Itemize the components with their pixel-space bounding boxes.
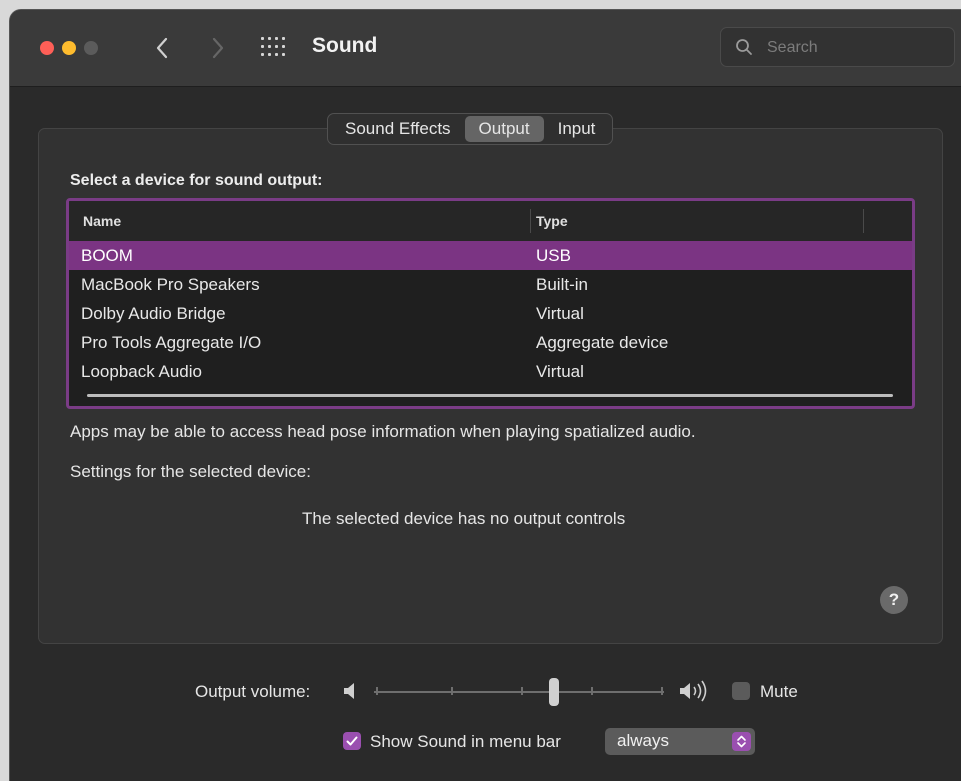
table-row[interactable]: BOOM USB xyxy=(69,241,912,270)
device-type: Virtual xyxy=(536,362,584,381)
forward-button[interactable] xyxy=(204,32,232,64)
device-name: MacBook Pro Speakers xyxy=(81,275,260,294)
device-name: Dolby Audio Bridge xyxy=(81,304,226,323)
table-row[interactable]: MacBook Pro Speakers Built-in xyxy=(69,270,912,299)
table-header: Name Type xyxy=(69,201,912,242)
volume-tick xyxy=(521,687,523,695)
tab-input[interactable]: Input xyxy=(544,116,610,142)
search-input[interactable] xyxy=(765,36,949,60)
tab-bar: Sound Effects Output Input xyxy=(327,113,614,145)
column-header-name[interactable]: Name xyxy=(83,213,121,229)
show-in-menu-bar-checkbox[interactable] xyxy=(343,732,361,750)
device-name: Loopback Audio xyxy=(81,362,202,381)
volume-slider-track[interactable] xyxy=(374,691,664,693)
minimize-window-button[interactable] xyxy=(62,41,76,55)
tab-output[interactable]: Output xyxy=(464,116,544,142)
device-type: Aggregate device xyxy=(536,333,669,352)
title-bar: Sound xyxy=(10,10,961,87)
speaker-low-icon xyxy=(344,683,354,699)
device-type: Virtual xyxy=(536,304,584,323)
close-window-button[interactable] xyxy=(40,41,54,55)
chevron-right-icon xyxy=(212,37,224,59)
device-name: BOOM xyxy=(81,246,133,265)
device-type: Built-in xyxy=(536,275,588,294)
volume-tick xyxy=(661,687,663,695)
chevron-left-icon xyxy=(156,37,168,59)
output-volume-label: Output volume: xyxy=(195,682,311,701)
mute-label: Mute xyxy=(760,682,798,701)
no-output-controls-message: The selected device has no output contro… xyxy=(302,509,626,528)
volume-slider-thumb[interactable] xyxy=(548,678,559,706)
volume-tick xyxy=(451,687,453,695)
select-value: always xyxy=(617,731,669,750)
show-in-menu-bar-label: Show Sound in menu bar xyxy=(370,732,561,751)
column-divider[interactable] xyxy=(530,209,531,233)
window-title: Sound xyxy=(312,34,378,57)
show-all-grid-icon[interactable] xyxy=(261,37,287,59)
mute-checkbox[interactable] xyxy=(732,682,750,700)
speaker-high-icon xyxy=(680,680,707,702)
device-name: Pro Tools Aggregate I/O xyxy=(81,333,262,352)
horizontal-scrollbar[interactable] xyxy=(87,394,893,397)
head-pose-note: Apps may be able to access head pose inf… xyxy=(70,422,696,441)
volume-tick xyxy=(591,687,593,695)
output-device-table[interactable]: Name Type BOOM USB MacBook Pro Speakers … xyxy=(66,198,915,409)
table-row[interactable]: Dolby Audio Bridge Virtual xyxy=(69,299,912,328)
checkmark-icon xyxy=(346,736,358,746)
search-icon xyxy=(736,39,752,55)
volume-tick xyxy=(376,687,378,695)
device-type: USB xyxy=(536,246,571,265)
search-field[interactable] xyxy=(720,27,955,67)
column-header-type[interactable]: Type xyxy=(536,213,568,229)
settings-label: Settings for the selected device: xyxy=(70,462,311,481)
sound-preferences-window: Sound Sound Effects Output Input Select … xyxy=(10,10,961,781)
zoom-window-button[interactable] xyxy=(84,41,98,55)
output-device-heading: Select a device for sound output: xyxy=(70,172,323,189)
menu-bar-visibility-select[interactable]: always xyxy=(605,728,755,755)
column-divider[interactable] xyxy=(863,209,864,233)
back-button[interactable] xyxy=(148,32,176,64)
table-row[interactable]: Pro Tools Aggregate I/O Aggregate device xyxy=(69,328,912,357)
help-button[interactable]: ? xyxy=(880,586,908,614)
updown-chevron-icon xyxy=(732,732,751,751)
table-row[interactable]: Loopback Audio Virtual xyxy=(69,357,912,386)
tab-sound-effects[interactable]: Sound Effects xyxy=(331,116,465,142)
